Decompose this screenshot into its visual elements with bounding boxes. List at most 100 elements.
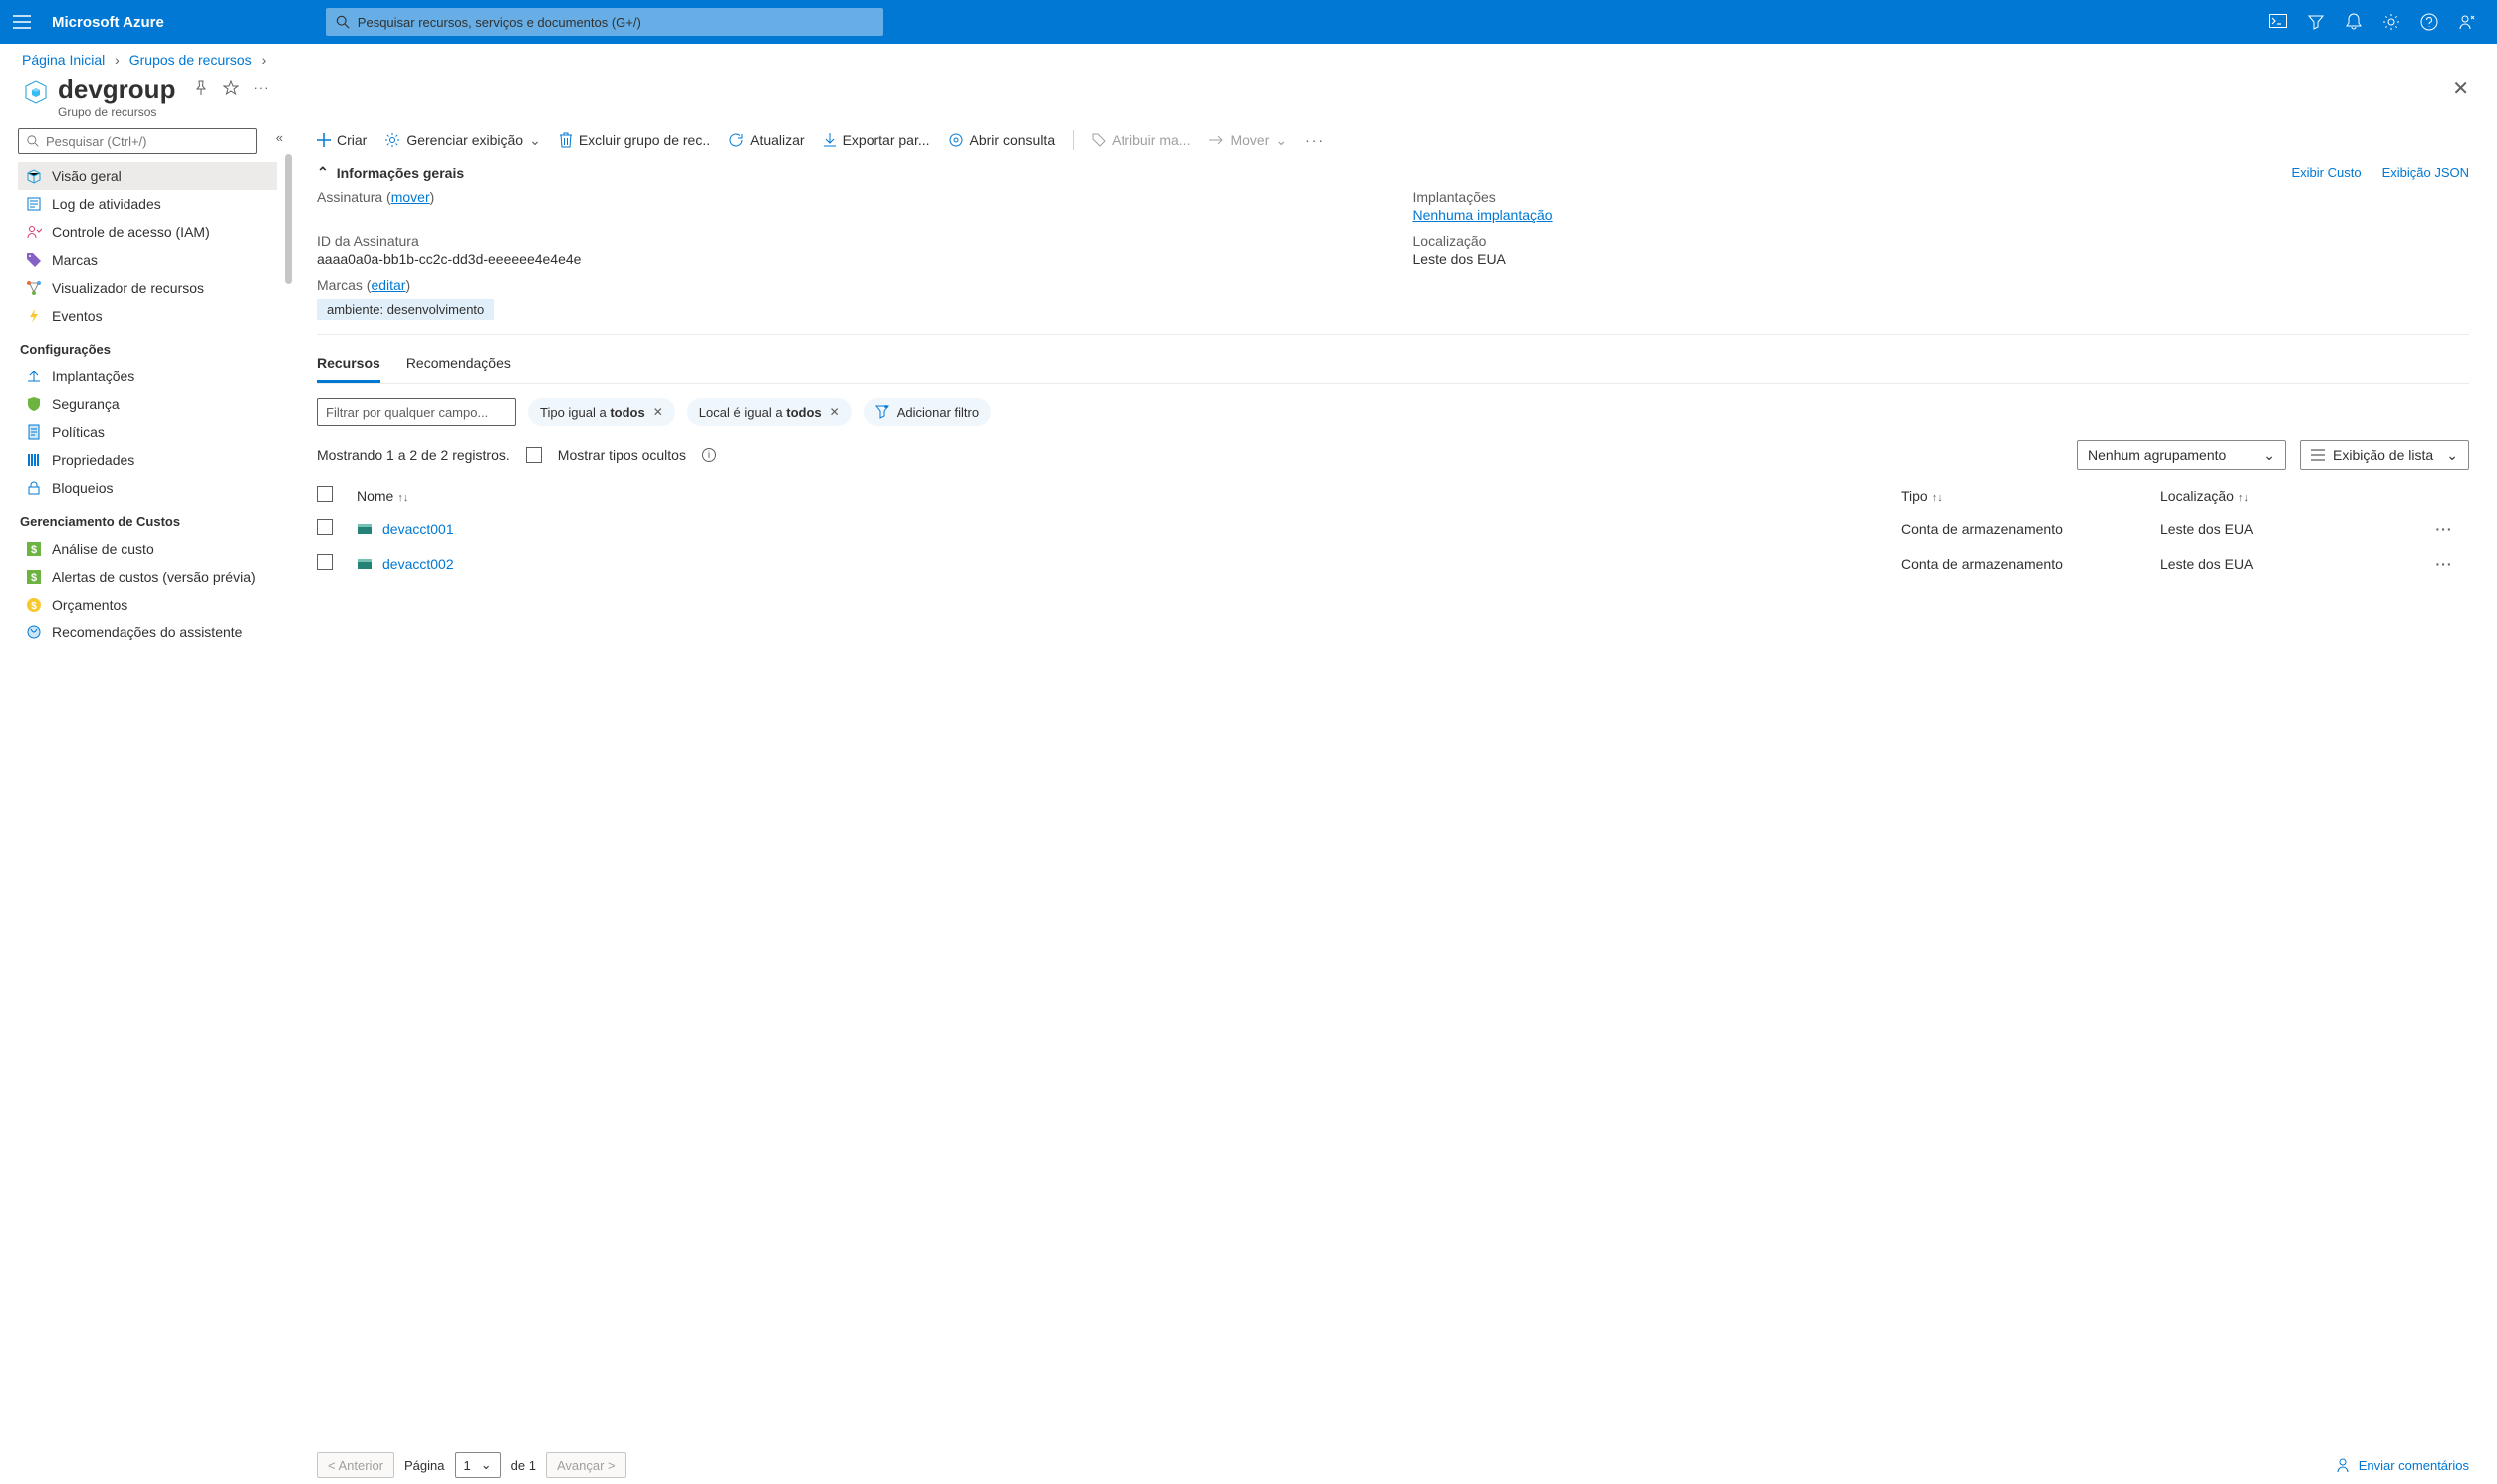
refresh-button[interactable]: Atualizar — [728, 132, 804, 148]
json-view-link[interactable]: Exibição JSON — [2382, 165, 2469, 180]
sidebar-item-events[interactable]: Eventos — [18, 302, 277, 330]
sidebar-item-cost-analysis[interactable]: $ Análise de custo — [18, 535, 277, 563]
more-icon[interactable]: ··· — [253, 80, 271, 98]
notifications-icon[interactable] — [2344, 12, 2364, 32]
global-search-input[interactable] — [358, 15, 874, 30]
log-icon — [26, 196, 42, 212]
tags-edit-link[interactable]: editar — [371, 277, 405, 293]
brand-label[interactable]: Microsoft Azure — [52, 14, 164, 31]
search-icon — [27, 135, 40, 148]
feedback-icon[interactable] — [2457, 12, 2477, 32]
open-query-button[interactable]: Abrir consulta — [948, 132, 1056, 148]
filter-pill-type[interactable]: Tipo igual a todos✕ — [528, 398, 675, 426]
select-all-checkbox[interactable] — [317, 486, 333, 502]
resource-link[interactable]: devacct001 — [382, 521, 454, 537]
info-icon[interactable]: i — [702, 448, 716, 462]
tab-recommendations[interactable]: Recomendações — [406, 349, 511, 383]
sidebar-item-label: Segurança — [52, 396, 120, 412]
svg-text:$: $ — [31, 572, 37, 584]
sidebar-item-iam[interactable]: Controle de acesso (IAM) — [18, 218, 277, 246]
resource-link[interactable]: devacct002 — [382, 556, 454, 572]
assign-button[interactable]: Atribuir ma... — [1092, 132, 1190, 148]
collapse-sidebar-icon[interactable]: « — [276, 130, 283, 145]
pin-icon[interactable] — [193, 80, 211, 98]
add-filter-button[interactable]: Adicionar filtro — [864, 398, 991, 426]
storage-icon — [357, 521, 373, 537]
deployments-link[interactable]: Nenhuma implantação — [1413, 207, 1553, 223]
filter-any-field-input[interactable] — [317, 398, 516, 426]
advisor-icon — [26, 624, 42, 640]
sidebar-item-locks[interactable]: Bloqueios — [18, 474, 277, 502]
sidebar-item-budgets[interactable]: $ Orçamentos — [18, 591, 277, 618]
ess-deployments: Implantações Nenhuma implantação — [1413, 189, 2470, 223]
close-blade-icon[interactable]: ✕ — [2452, 74, 2475, 101]
col-type[interactable]: Tipo↑↓ — [1901, 488, 2160, 504]
export-button[interactable]: Exportar par... — [823, 132, 930, 148]
sidebar-item-policies[interactable]: Políticas — [18, 418, 277, 446]
list-icon — [2311, 449, 2325, 461]
filter-icon[interactable] — [2306, 12, 2326, 32]
sidebar-item-label: Análise de custo — [52, 541, 154, 557]
breadcrumb-groups[interactable]: Grupos de recursos — [129, 52, 252, 68]
export-icon — [823, 132, 837, 148]
col-location[interactable]: Localização↑↓ — [2160, 488, 2419, 504]
subscription-move-link[interactable]: mover — [391, 189, 430, 205]
view-mode-dropdown[interactable]: Exibição de lista ⌄ — [2300, 440, 2469, 470]
tag-chip[interactable]: ambiente: desenvolvimento — [317, 299, 494, 320]
sidebar-search[interactable] — [18, 128, 257, 154]
cloudshell-icon[interactable] — [2268, 12, 2288, 32]
essentials-header[interactable]: ⌃ Informações gerais Exibir Custo Exibiç… — [317, 164, 2469, 181]
events-icon — [26, 308, 42, 324]
view-cost-link[interactable]: Exibir Custo — [2292, 165, 2362, 180]
move-button[interactable]: Mover⌄ — [1208, 132, 1287, 149]
prev-page-button[interactable]: < Anterior — [317, 1452, 394, 1478]
sidebar-item-tags[interactable]: Marcas — [18, 246, 277, 274]
next-page-button[interactable]: Avançar > — [546, 1452, 626, 1478]
row-more-button[interactable]: ··· — [2419, 521, 2469, 537]
iam-icon — [26, 224, 42, 240]
manage-view-button[interactable]: Gerenciar exibição⌄ — [384, 132, 540, 149]
settings-icon[interactable] — [2381, 12, 2401, 32]
breadcrumb-home[interactable]: Página Inicial — [22, 52, 105, 68]
sidebar-item-label: Propriedades — [52, 452, 134, 468]
table-row: devacct001 Conta de armazenamento Leste … — [317, 511, 2469, 546]
col-name[interactable]: Nome↑↓ — [357, 488, 1901, 504]
cost-analysis-icon: $ — [26, 541, 42, 557]
sidebar-item-label: Implantações — [52, 369, 134, 384]
filter-pill-location[interactable]: Local é igual a todos✕ — [687, 398, 852, 426]
breadcrumb: Página Inicial › Grupos de recursos › — [0, 44, 2497, 68]
tab-resources[interactable]: Recursos — [317, 349, 380, 383]
close-icon[interactable]: ✕ — [653, 405, 663, 419]
sidebar-item-resource-viewer[interactable]: Visualizador de recursos — [18, 274, 277, 302]
title-row: devgroup Grupo de recursos ··· ✕ — [0, 68, 2497, 123]
row-checkbox[interactable] — [317, 519, 333, 535]
page-select[interactable]: 1⌄ — [455, 1452, 501, 1478]
sidebar-item-label: Alertas de custos (versão prévia) — [52, 569, 256, 585]
help-icon[interactable] — [2419, 12, 2439, 32]
sidebar-item-activity-log[interactable]: Log de atividades — [18, 190, 277, 218]
overflow-button[interactable]: ··· — [1305, 132, 1325, 148]
sidebar-item-cost-alerts[interactable]: $ Alertas de custos (versão prévia) — [18, 563, 277, 591]
row-more-button[interactable]: ··· — [2419, 556, 2469, 572]
resource-viewer-icon — [26, 280, 42, 296]
row-checkbox[interactable] — [317, 554, 333, 570]
delete-button[interactable]: Excluir grupo de rec.. — [559, 132, 710, 148]
sort-icon: ↑↓ — [2238, 492, 2249, 504]
show-hidden-checkbox[interactable] — [526, 447, 542, 463]
sidebar-search-input[interactable] — [46, 134, 248, 149]
policy-icon — [26, 424, 42, 440]
sidebar-item-properties[interactable]: Propriedades — [18, 446, 277, 474]
table-header: Nome↑↓ Tipo↑↓ Localização↑↓ — [317, 480, 2469, 511]
sidebar-item-overview[interactable]: Visão geral — [18, 162, 277, 190]
hamburger-icon[interactable] — [10, 10, 34, 34]
sidebar-item-label: Orçamentos — [52, 597, 127, 613]
create-button[interactable]: Criar — [317, 132, 367, 148]
sidebar-item-security[interactable]: Segurança — [18, 390, 277, 418]
global-search[interactable] — [326, 8, 883, 36]
send-feedback-link[interactable]: Enviar comentários — [2337, 1457, 2469, 1473]
close-icon[interactable]: ✕ — [830, 405, 840, 419]
sidebar-item-advisor[interactable]: Recomendações do assistente — [18, 618, 277, 646]
grouping-dropdown[interactable]: Nenhum agrupamento⌄ — [2077, 440, 2286, 470]
star-icon[interactable] — [223, 80, 241, 98]
sidebar-item-deployments[interactable]: Implantações — [18, 363, 277, 390]
